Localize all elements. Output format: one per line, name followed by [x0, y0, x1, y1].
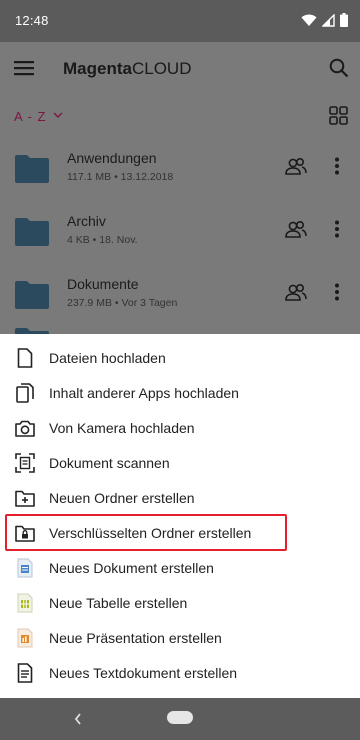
wifi-icon: [301, 14, 317, 26]
file-meta: 237.9 MB • Vor 3 Tagen: [67, 297, 178, 309]
folder-icon: [15, 281, 49, 309]
navigation-bar: [0, 698, 360, 740]
copy-icon: [15, 383, 35, 403]
battery-icon: [340, 13, 348, 27]
app-title: MagentaCLOUD: [63, 59, 191, 79]
menu-label: Verschlüsselten Ordner erstellen: [49, 525, 252, 541]
status-bar: 12:48: [0, 0, 360, 42]
shared-users-icon[interactable]: [285, 220, 307, 238]
presentation-icon: [15, 628, 35, 648]
file-icon: [15, 348, 35, 368]
home-pill-button[interactable]: [167, 711, 193, 724]
hamburger-menu-icon: [14, 61, 34, 76]
file-name: Dokumente: [67, 276, 139, 292]
more-vert-icon[interactable]: [334, 157, 340, 175]
sort-label: A - Z: [14, 109, 47, 124]
menu-label: Neues Textdokument erstellen: [49, 665, 238, 681]
file-row-archiv[interactable]: Archiv 4 KB • 18. Nov.: [0, 199, 360, 262]
menu-item-create-presentation[interactable]: Neue Präsentation erstellen: [0, 621, 360, 656]
menu-label: Von Kamera hochladen: [49, 420, 195, 436]
file-meta: 4 KB • 18. Nov.: [67, 234, 138, 246]
menu-item-scan-document[interactable]: Dokument scannen: [0, 446, 360, 481]
signal-icon: [322, 13, 335, 27]
menu-item-create-folder[interactable]: Neuen Ordner erstellen: [0, 481, 360, 516]
app-title-suffix: CLOUD: [131, 59, 192, 78]
file-row-dokumente[interactable]: Dokumente 237.9 MB • Vor 3 Tagen: [0, 262, 360, 325]
app-title-brand: Magenta: [63, 59, 132, 78]
shared-users-icon[interactable]: [285, 283, 307, 301]
document-icon: [15, 558, 35, 578]
menu-label: Neues Dokument erstellen: [49, 560, 214, 576]
folder-plus-icon: [15, 488, 35, 508]
text-document-icon: [15, 663, 35, 683]
menu-item-create-text-document[interactable]: Neues Textdokument erstellen: [0, 656, 360, 691]
more-vert-icon[interactable]: [334, 283, 340, 301]
file-row-anwendungen[interactable]: Anwendungen 117.1 MB • 13.12.2018: [0, 136, 360, 199]
camera-icon: [15, 418, 35, 438]
app-bar: MagentaCLOUD: [0, 42, 360, 94]
menu-label: Neue Präsentation erstellen: [49, 630, 222, 646]
menu-item-upload-files[interactable]: Dateien hochladen: [0, 341, 360, 376]
scan-icon: [15, 453, 35, 473]
sort-dropdown[interactable]: A - Z: [14, 109, 63, 124]
folder-icon: [15, 155, 49, 183]
spreadsheet-icon: [15, 593, 35, 613]
status-icons: [301, 13, 348, 27]
back-icon[interactable]: [73, 712, 83, 726]
more-vert-icon[interactable]: [334, 220, 340, 238]
file-meta: 117.1 MB • 13.12.2018: [67, 171, 174, 183]
menu-button[interactable]: [13, 57, 35, 79]
menu-label: Neue Tabelle erstellen: [49, 595, 188, 611]
file-row-partial: [0, 325, 360, 334]
status-time: 12:48: [15, 13, 49, 28]
menu-item-create-document[interactable]: Neues Dokument erstellen: [0, 551, 360, 586]
file-name: Anwendungen: [67, 150, 157, 166]
menu-item-upload-from-apps[interactable]: Inhalt anderer Apps hochladen: [0, 376, 360, 411]
bottom-sheet: Dateien hochladen Inhalt anderer Apps ho…: [0, 334, 360, 698]
menu-label: Dateien hochladen: [49, 350, 166, 366]
chevron-down-icon: [53, 112, 63, 118]
shared-users-icon[interactable]: [285, 157, 307, 175]
folder-lock-icon: [15, 523, 35, 543]
menu-label: Inhalt anderer Apps hochladen: [49, 385, 239, 401]
folder-icon: [15, 218, 49, 246]
file-name: Archiv: [67, 213, 106, 229]
file-list: Anwendungen 117.1 MB • 13.12.2018 Archiv…: [0, 136, 360, 334]
menu-item-create-encrypted-folder[interactable]: Verschlüsselten Ordner erstellen: [0, 516, 360, 551]
menu-label: Neuen Ordner erstellen: [49, 490, 195, 506]
sort-bar: A - Z: [0, 94, 360, 136]
menu-item-upload-from-camera[interactable]: Von Kamera hochladen: [0, 411, 360, 446]
menu-label: Dokument scannen: [49, 455, 170, 471]
grid-view-button[interactable]: [327, 104, 349, 126]
menu-item-create-spreadsheet[interactable]: Neue Tabelle erstellen: [0, 586, 360, 621]
search-icon: [329, 58, 349, 78]
search-button[interactable]: [327, 56, 351, 80]
grid-view-icon: [328, 105, 348, 125]
